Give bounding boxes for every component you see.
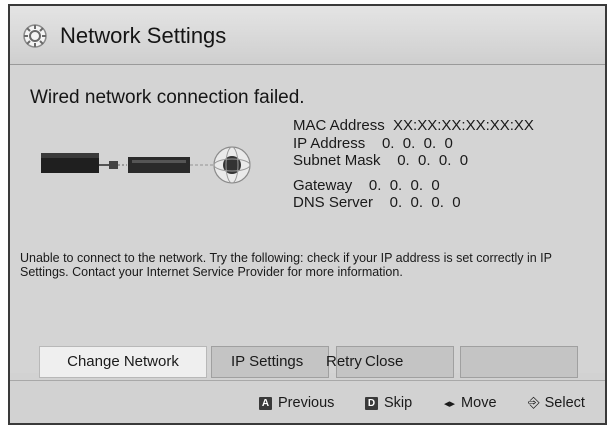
mac-address: MAC Address XX:XX:XX:XX:XX:XX: [293, 117, 534, 134]
dns-server: DNS Server 0. 0. 0. 0: [293, 194, 461, 211]
select-label: Select: [544, 395, 585, 411]
cable-connector-icon: [99, 161, 127, 169]
retry-close-button[interactable]: Retry Close: [326, 346, 454, 378]
enter-select-icon: ⎆: [528, 395, 540, 411]
change-network-button[interactable]: Change Network: [39, 346, 207, 378]
internet-globe-icon: [213, 146, 251, 184]
skip-hint[interactable]: D Skip: [365, 393, 412, 413]
d-key-icon: D: [365, 396, 378, 410]
footer-hints: A Previous D Skip ◂▸ Move ⎆ Select: [10, 380, 605, 423]
ip-address: IP Address 0. 0. 0. 0: [293, 134, 453, 152]
network-settings-dialog: Network Settings Wired network connectio…: [8, 4, 607, 425]
ip-settings-button[interactable]: IP Settings: [211, 346, 329, 378]
select-hint: ⎆ Select: [528, 393, 585, 413]
help-text: Unable to connect to the network. Try th…: [20, 251, 552, 279]
left-right-arrows-icon: ◂▸: [444, 397, 456, 410]
empty-button-slot: [460, 346, 578, 378]
dialog-title: Network Settings: [60, 23, 227, 48]
previous-label: Previous: [278, 395, 335, 411]
skip-label: Skip: [384, 395, 413, 411]
change-network-label: Change Network: [67, 353, 179, 370]
move-label: Move: [461, 395, 497, 411]
tv-device-icon: [41, 153, 99, 173]
network-diagram: [41, 146, 251, 184]
gateway: Gateway 0. 0. 0. 0: [293, 176, 440, 194]
gear-icon: [23, 24, 47, 48]
previous-hint[interactable]: A Previous: [259, 393, 334, 413]
subnet-mask: Subnet Mask 0. 0. 0. 0: [293, 152, 469, 169]
connection-status-message: Wired network connection failed.: [30, 87, 305, 108]
network-info-panel: MAC Address XX:XX:XX:XX:XX:XX IP Address…: [293, 117, 534, 212]
content-area: Wired network connection failed. MAC Add…: [10, 65, 605, 373]
ip-settings-label: IP Settings: [231, 353, 304, 370]
title-bar: Network Settings: [10, 6, 605, 65]
router-modem-icon: [128, 157, 190, 173]
retry-label: Retry: [326, 353, 362, 370]
close-label: Close: [365, 353, 404, 370]
move-hint: ◂▸ Move: [444, 393, 497, 413]
button-row: Change Network IP Settings Retry Close: [10, 346, 605, 380]
a-key-icon: A: [259, 396, 272, 410]
